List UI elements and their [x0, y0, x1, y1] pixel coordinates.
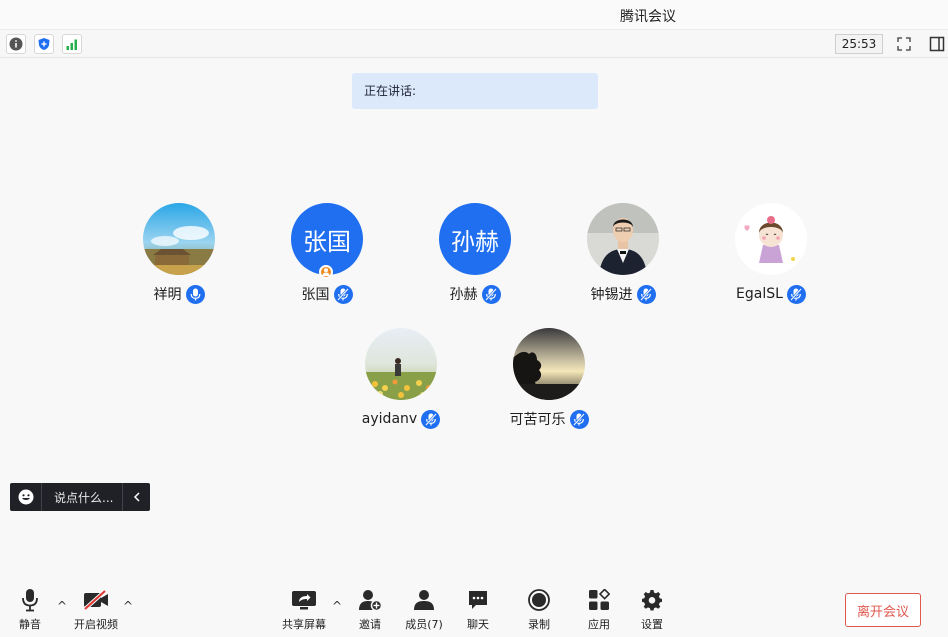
meeting-toolbar: 静音 ^ 开启视频 ^ 共享屏幕 ^ 邀请 成员(7) 聊天 录制 应用 设置	[0, 580, 948, 637]
start-video-button[interactable]: 开启视频	[70, 588, 122, 634]
participant-name: 祥明	[153, 287, 182, 303]
microphone-muted-icon	[421, 409, 441, 429]
participant-name: EgalSL	[736, 286, 783, 302]
leave-meeting-button[interactable]: 离开会议	[845, 593, 921, 627]
meeting-window: 腾讯会议 25:53 正在讲话: 祥明 张国 张国 孙赫 孙赫 钟锡进 Egal…	[0, 0, 948, 637]
status-bar: 25:53	[0, 30, 948, 58]
microphone-on-icon	[185, 284, 205, 304]
invite-button[interactable]: 邀请	[344, 588, 396, 634]
chevron-up-icon[interactable]: ^	[121, 600, 135, 612]
video-label: 开启视频	[74, 618, 118, 631]
mute-label: 静音	[19, 618, 41, 631]
participant-name: ayidanv	[361, 411, 418, 427]
speaking-indicator: 正在讲话:	[352, 73, 598, 109]
title-bar: 腾讯会议	[0, 0, 948, 30]
gear-icon	[639, 588, 665, 612]
participant-tile[interactable]: ayidanv	[341, 328, 461, 438]
emoji-icon[interactable]	[10, 483, 42, 511]
avatar	[587, 203, 659, 275]
participant-tile[interactable]: 张国 张国	[267, 203, 387, 313]
microphone-muted-icon	[481, 284, 501, 304]
members-label: 成员(7)	[405, 618, 443, 631]
apps-label: 应用	[588, 618, 610, 631]
participant-name: 张国	[301, 287, 330, 303]
participant-tile[interactable]: 孙赫 孙赫	[415, 203, 535, 313]
avatar: 孙赫	[439, 203, 511, 275]
share-label: 共享屏幕	[282, 618, 326, 631]
record-button[interactable]: 录制	[513, 588, 565, 634]
participant-name: 孙赫	[449, 287, 478, 303]
microphone-muted-icon	[333, 284, 353, 304]
chat-label: 聊天	[467, 618, 489, 631]
microphone-muted-icon	[636, 284, 656, 304]
members-icon	[411, 588, 437, 612]
avatar	[513, 328, 585, 400]
participant-tile[interactable]: 钟锡进	[563, 203, 683, 313]
mute-button[interactable]: 静音	[4, 588, 56, 634]
avatar	[365, 328, 437, 400]
security-shield-icon[interactable]	[34, 34, 54, 54]
settings-button[interactable]: 设置	[626, 588, 678, 634]
record-icon	[526, 588, 552, 612]
meeting-timer: 25:53	[835, 34, 883, 54]
fullscreen-icon[interactable]	[894, 34, 914, 54]
side-panel-icon[interactable]	[927, 34, 947, 54]
chevron-left-icon[interactable]	[122, 483, 150, 511]
participant-name: 钟锡进	[590, 287, 633, 303]
apps-icon	[586, 588, 612, 612]
avatar	[735, 203, 807, 275]
participant-tile[interactable]: EgalSL	[711, 203, 831, 313]
share-screen-button[interactable]: 共享屏幕	[278, 588, 330, 634]
info-icon[interactable]	[6, 34, 26, 54]
add-user-icon	[357, 588, 383, 612]
participant-tile[interactable]: 可苦可乐	[489, 328, 609, 438]
record-label: 录制	[528, 618, 550, 631]
apps-button[interactable]: 应用	[573, 588, 625, 634]
chat-button[interactable]: 聊天	[452, 588, 504, 634]
chat-placeholder[interactable]: 说点什么...	[42, 489, 122, 506]
chat-icon	[465, 588, 491, 612]
microphone-muted-icon	[569, 409, 589, 429]
participant-name: 可苦可乐	[509, 412, 566, 428]
share-screen-icon	[291, 588, 317, 612]
signal-strength-icon[interactable]	[62, 34, 82, 54]
microphone-icon	[17, 588, 43, 612]
participant-tile[interactable]: 祥明	[119, 203, 239, 313]
invite-label: 邀请	[359, 618, 381, 631]
members-button[interactable]: 成员(7)	[398, 588, 450, 634]
chat-quick-input[interactable]: 说点什么...	[10, 483, 150, 511]
avatar	[143, 203, 215, 275]
settings-label: 设置	[641, 618, 663, 631]
chevron-up-icon[interactable]: ^	[330, 600, 344, 612]
window-title: 腾讯会议	[620, 9, 676, 25]
video-off-icon	[83, 588, 109, 612]
host-icon	[319, 265, 333, 279]
microphone-muted-icon	[786, 284, 806, 304]
chevron-up-icon[interactable]: ^	[55, 600, 69, 612]
